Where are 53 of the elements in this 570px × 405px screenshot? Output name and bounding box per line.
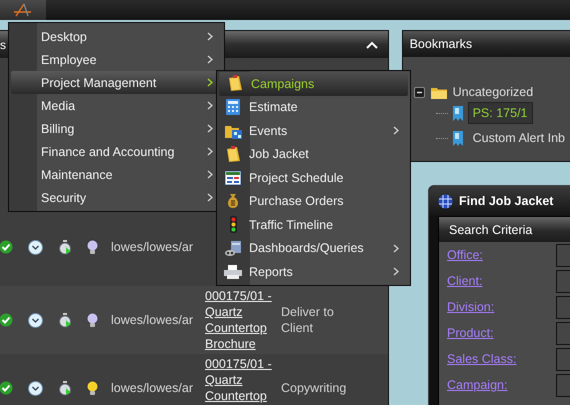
user-path: lowes/lowes/ar xyxy=(111,381,194,395)
schedule-icon xyxy=(225,170,241,185)
stopwatch-icon xyxy=(58,312,72,328)
stopwatch-icon xyxy=(58,240,72,254)
job-link[interactable]: 000175/01 - Quartz Countertop Brochure xyxy=(205,288,273,352)
clock-icon xyxy=(28,312,43,328)
traffic-light-icon xyxy=(230,216,236,234)
input-field[interactable] xyxy=(556,374,570,396)
bookmark-item[interactable]: PS: 175/1 xyxy=(468,102,532,124)
panel-title: Bookmarks xyxy=(410,37,472,51)
clock-icon xyxy=(28,380,43,396)
menu-item[interactable]: Employee xyxy=(9,48,224,71)
printer-icon xyxy=(224,264,242,279)
menu-item[interactable]: Job Jacket xyxy=(217,142,410,166)
bookmark-item[interactable]: Custom Alert Inb xyxy=(468,127,570,149)
window-title: Find Job Jacket xyxy=(459,194,554,208)
input-field[interactable] xyxy=(556,296,570,318)
bookmark-icon xyxy=(452,104,464,122)
panel-title: s xyxy=(0,38,6,52)
input-field[interactable] xyxy=(556,348,570,370)
task-name: Copywriting xyxy=(281,380,348,396)
menu-item[interactable]: Purchase Orders xyxy=(217,190,410,213)
input-field[interactable] xyxy=(556,322,570,344)
menu-item[interactable]: Estimate xyxy=(217,96,410,119)
task-name: Deliver to Client xyxy=(281,304,335,336)
menu-item[interactable]: Reports xyxy=(217,260,410,284)
app-menu-button[interactable] xyxy=(0,0,46,20)
menu-item[interactable]: Project Schedule xyxy=(217,166,410,190)
job-link[interactable]: 000175/01 - Quartz Countertop xyxy=(205,356,273,404)
bookmark-icon xyxy=(452,130,464,146)
globe-icon xyxy=(438,194,453,208)
collapse-toggle[interactable] xyxy=(414,86,425,98)
folder-icon xyxy=(227,75,243,92)
input-field[interactable] xyxy=(556,270,570,292)
stopwatch-icon xyxy=(58,380,72,396)
clock-icon xyxy=(28,240,43,254)
user-path: lowes/lowes/ar xyxy=(111,313,194,327)
calculator-icon xyxy=(226,99,240,116)
menu-item[interactable]: Traffic Timeline xyxy=(217,213,410,236)
folder-icon xyxy=(430,86,447,98)
money-bag-icon xyxy=(226,193,240,210)
menu-item[interactable]: Campaigns xyxy=(219,72,408,96)
menu-item[interactable]: Dashboards/Queries xyxy=(217,236,410,260)
tree-folder-label[interactable]: Uncategorized xyxy=(452,85,534,99)
section-title: Search Criteria xyxy=(449,222,532,236)
input-field[interactable] xyxy=(556,244,570,266)
logo-icon xyxy=(13,3,33,17)
collapse-icon[interactable] xyxy=(366,40,378,48)
database-icon xyxy=(224,240,242,256)
folder-icon xyxy=(225,146,241,163)
user-path: lowes/lowes/ar xyxy=(111,240,194,254)
menu-item[interactable]: Desktop xyxy=(9,25,224,48)
menu-item[interactable]: Events xyxy=(217,119,410,142)
